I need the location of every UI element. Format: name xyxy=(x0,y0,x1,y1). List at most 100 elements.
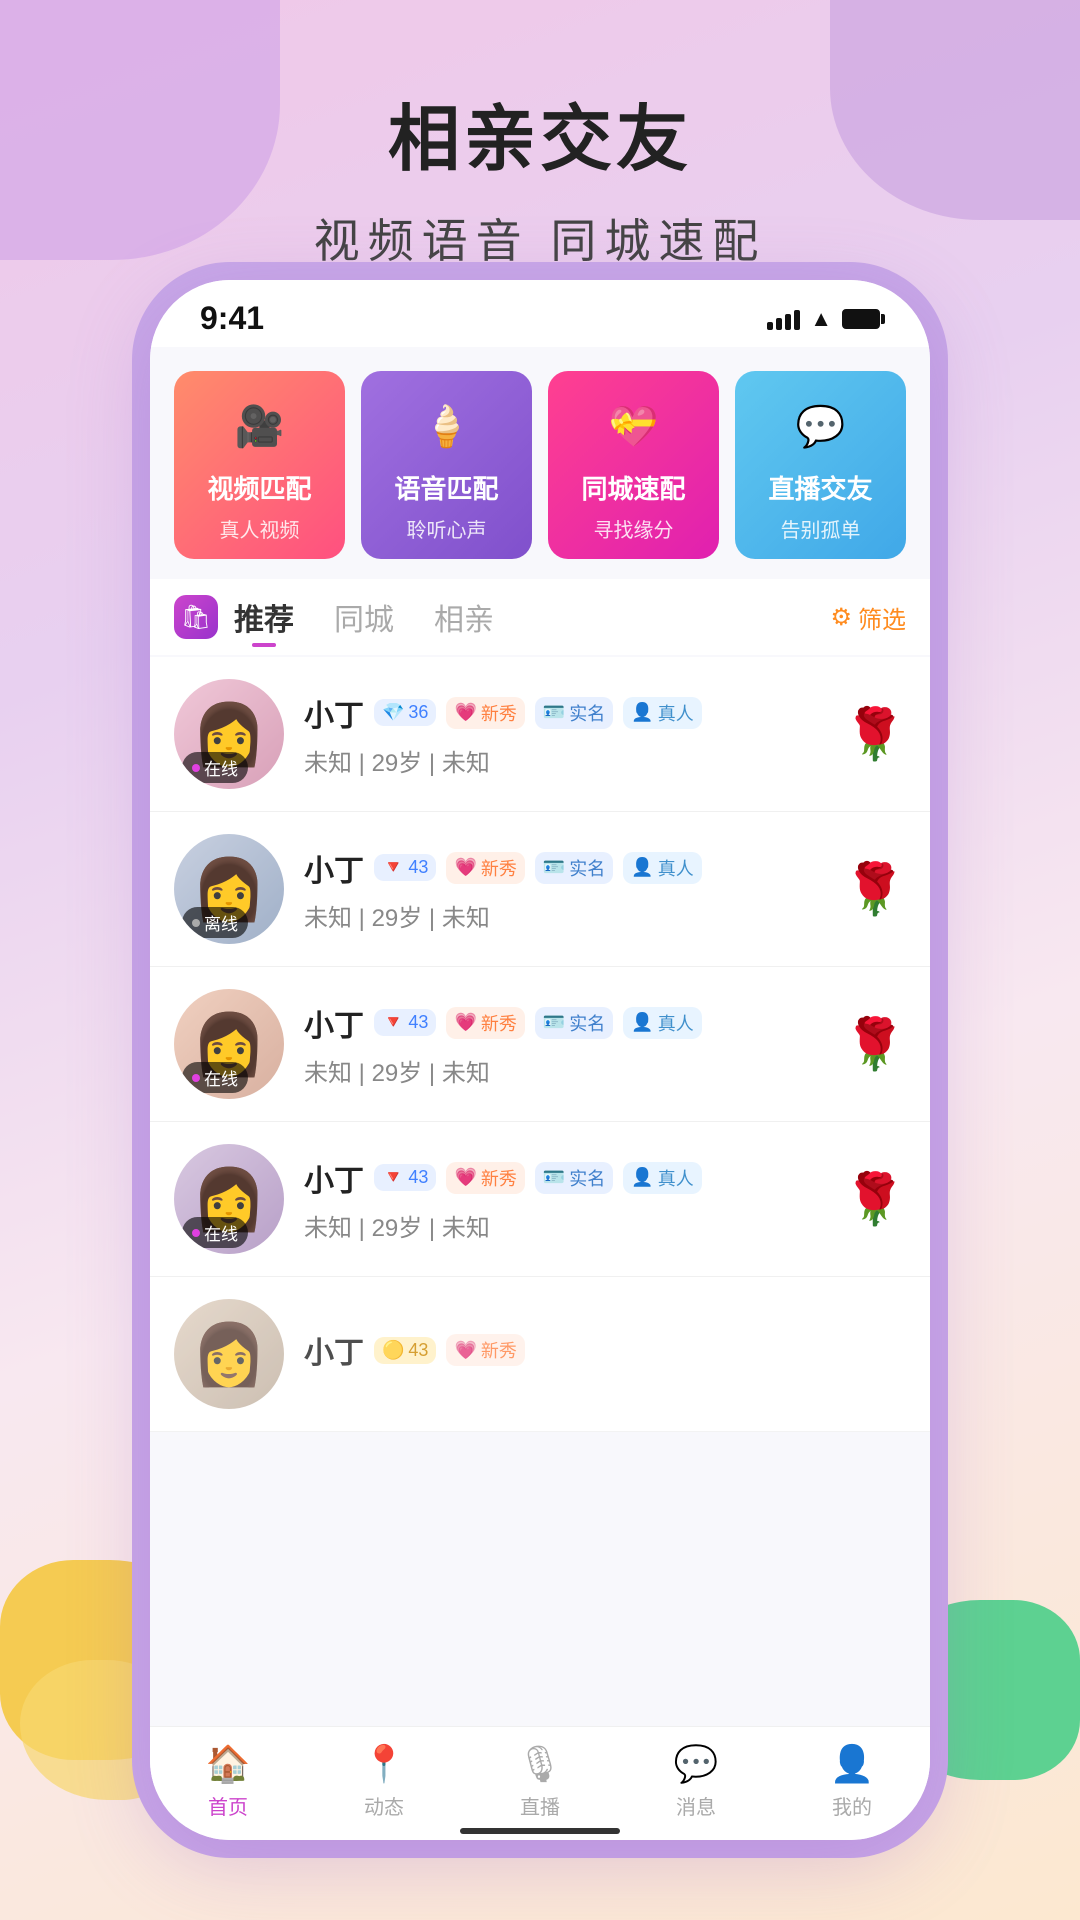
user-desc-2: 未知 | 29岁 | 未知 xyxy=(304,898,824,933)
avatar: 👩 在线 xyxy=(174,1144,284,1254)
tab-local[interactable]: 同城 xyxy=(334,595,394,639)
avatar: 👩 在线 xyxy=(174,989,284,1099)
user-name-row-3: 小丁 🔻 43 💗 新秀 🪪 实名 👤 真人 xyxy=(304,1001,824,1045)
status-time: 9:41 xyxy=(200,300,264,337)
nav-home-label: 首页 xyxy=(208,1791,248,1820)
tab-icon: 🛍 xyxy=(174,595,218,639)
user-name-row-1: 小丁 💎 36 💗 新秀 🪪 实名 👤 真人 xyxy=(304,691,824,735)
signal-icon xyxy=(767,308,800,330)
table-row: 👩 在线 小丁 🔻 43 💗 新秀 🪪 实名 👤 真人 未知 | 29岁 | xyxy=(150,1122,930,1277)
feature-video-name: 视频匹配 xyxy=(207,469,311,506)
rose-button-2[interactable]: 🌹 xyxy=(844,860,906,919)
feature-voice-desc: 聆听心声 xyxy=(407,514,487,543)
app-content: 🎥 视频匹配 真人视频 🍦 语音匹配 聆听心声 💝 同城速配 寻找缘分 💬 直播… xyxy=(150,347,930,1827)
signal-bar-2 xyxy=(776,318,782,330)
nav-feed-label: 动态 xyxy=(364,1791,404,1820)
user-name-3: 小丁 xyxy=(304,1001,364,1045)
signal-bar-4 xyxy=(794,310,800,330)
user-desc-4: 未知 | 29岁 | 未知 xyxy=(304,1208,824,1243)
hero-section: 相亲交友 视频语音 同城速配 xyxy=(0,0,1080,271)
voice-icon: 🍦 xyxy=(412,391,482,461)
verify-badge-2: 🪪 实名 xyxy=(535,852,613,884)
verify-badge-4: 🪪 实名 xyxy=(535,1162,613,1194)
profile-icon: 👤 xyxy=(830,1743,875,1785)
wifi-icon: ▲ xyxy=(810,306,832,332)
feature-local-name: 同城速配 xyxy=(581,469,685,506)
online-dot-4 xyxy=(192,1229,200,1237)
filter-label: 筛选 xyxy=(858,600,906,635)
filter-button[interactable]: ⚙ 筛选 xyxy=(830,600,906,635)
online-status-3: 在线 xyxy=(182,1062,248,1093)
local-icon: 💝 xyxy=(599,391,669,461)
online-dot-3 xyxy=(192,1074,200,1082)
table-row: 👩 在线 小丁 🔻 43 💗 新秀 🪪 实名 👤 真人 未知 | 29岁 | xyxy=(150,967,930,1122)
feature-voice-name: 语音匹配 xyxy=(394,469,498,506)
feature-video-btn[interactable]: 🎥 视频匹配 真人视频 xyxy=(174,371,345,559)
hero-subtitle: 视频语音 同城速配 xyxy=(0,205,1080,271)
table-row: 👩 离线 小丁 🔻 43 💗 新秀 🪪 实名 👤 真人 未知 | 29岁 | xyxy=(150,812,930,967)
verify-badge-1: 🪪 实名 xyxy=(535,697,613,729)
feature-video-desc: 真人视频 xyxy=(220,514,300,543)
live-icon: 💬 xyxy=(786,391,856,461)
hero-title: 相亲交友 xyxy=(0,80,1080,185)
tab-recommend[interactable]: 推荐 xyxy=(234,595,294,639)
filter-icon: ⚙ xyxy=(830,603,852,632)
battery-icon xyxy=(842,309,880,329)
messages-icon: 💬 xyxy=(674,1743,719,1785)
user-name-5: 小丁 xyxy=(304,1328,364,1372)
user-desc-3: 未知 | 29岁 | 未知 xyxy=(304,1053,824,1088)
diamond-badge-3: 🔻 43 xyxy=(374,1009,436,1036)
avatar: 👩 在线 xyxy=(174,679,284,789)
phone-frame: 9:41 ▲ 🎥 视频匹配 真人视频 🍦 语音匹配 聆听心声 xyxy=(150,280,930,1840)
nav-home[interactable]: 🏠 首页 xyxy=(150,1743,306,1820)
avatar-image-5: 👩 xyxy=(174,1299,284,1409)
feature-live-name: 直播交友 xyxy=(768,469,872,506)
diamond-badge-4: 🔻 43 xyxy=(374,1164,436,1191)
new-badge-2: 💗 新秀 xyxy=(446,852,524,884)
user-name-row-5: 小丁 🟡 43 💗 新秀 xyxy=(304,1328,906,1372)
diamond-badge-1: 💎 36 xyxy=(374,699,436,726)
nav-messages[interactable]: 💬 消息 xyxy=(618,1743,774,1820)
nav-messages-label: 消息 xyxy=(676,1791,716,1820)
nav-profile[interactable]: 👤 我的 xyxy=(774,1743,930,1820)
user-info-2: 小丁 🔻 43 💗 新秀 🪪 实名 👤 真人 未知 | 29岁 | 未知 xyxy=(304,846,824,933)
user-info-3: 小丁 🔻 43 💗 新秀 🪪 实名 👤 真人 未知 | 29岁 | 未知 xyxy=(304,1001,824,1088)
video-icon: 🎥 xyxy=(225,391,295,461)
online-status-1: 在线 xyxy=(182,752,248,783)
real-badge-1: 👤 真人 xyxy=(623,697,701,729)
feature-live-desc: 告别孤单 xyxy=(781,514,861,543)
signal-bar-1 xyxy=(767,322,773,330)
user-info-4: 小丁 🔻 43 💗 新秀 🪪 实名 👤 真人 未知 | 29岁 | 未知 xyxy=(304,1156,824,1243)
online-status-2: 离线 xyxy=(182,907,248,938)
tab-section: 🛍 推荐 同城 相亲 ⚙ 筛选 xyxy=(150,579,930,655)
nav-feed[interactable]: 📍 动态 xyxy=(306,1743,462,1820)
new-badge-5: 💗 新秀 xyxy=(446,1334,524,1366)
feature-grid: 🎥 视频匹配 真人视频 🍦 语音匹配 聆听心声 💝 同城速配 寻找缘分 💬 直播… xyxy=(150,347,930,559)
user-info-5: 小丁 🟡 43 💗 新秀 xyxy=(304,1328,906,1380)
rose-button-1[interactable]: 🌹 xyxy=(844,705,906,764)
user-name-4: 小丁 xyxy=(304,1156,364,1200)
rose-button-4[interactable]: 🌹 xyxy=(844,1170,906,1229)
online-dot xyxy=(192,764,200,772)
tab-matchmaking[interactable]: 相亲 xyxy=(434,595,494,639)
real-badge-2: 👤 真人 xyxy=(623,852,701,884)
offline-dot xyxy=(192,919,200,927)
user-name-1: 小丁 xyxy=(304,691,364,735)
table-row: 👩 在线 小丁 💎 36 💗 新秀 🪪 实名 👤 真人 未知 | 29岁 | xyxy=(150,657,930,812)
user-info-1: 小丁 💎 36 💗 新秀 🪪 实名 👤 真人 未知 | 29岁 | 未知 xyxy=(304,691,824,778)
user-name-row-2: 小丁 🔻 43 💗 新秀 🪪 实名 👤 真人 xyxy=(304,846,824,890)
user-name-2: 小丁 xyxy=(304,846,364,890)
online-status-4: 在线 xyxy=(182,1217,248,1248)
feature-live-btn[interactable]: 💬 直播交友 告别孤单 xyxy=(735,371,906,559)
real-badge-3: 👤 真人 xyxy=(623,1007,701,1039)
avatar: 👩 xyxy=(174,1299,284,1409)
user-name-row-4: 小丁 🔻 43 💗 新秀 🪪 实名 👤 真人 xyxy=(304,1156,824,1200)
diamond-badge-5: 🟡 43 xyxy=(374,1337,436,1364)
signal-bar-3 xyxy=(785,314,791,330)
status-icons: ▲ xyxy=(767,306,880,332)
nav-live-label: 直播 xyxy=(520,1791,560,1820)
feature-voice-btn[interactable]: 🍦 语音匹配 聆听心声 xyxy=(361,371,532,559)
rose-button-3[interactable]: 🌹 xyxy=(844,1015,906,1074)
feature-local-btn[interactable]: 💝 同城速配 寻找缘分 xyxy=(548,371,719,559)
nav-live[interactable]: 🎙 直播 xyxy=(462,1743,618,1820)
